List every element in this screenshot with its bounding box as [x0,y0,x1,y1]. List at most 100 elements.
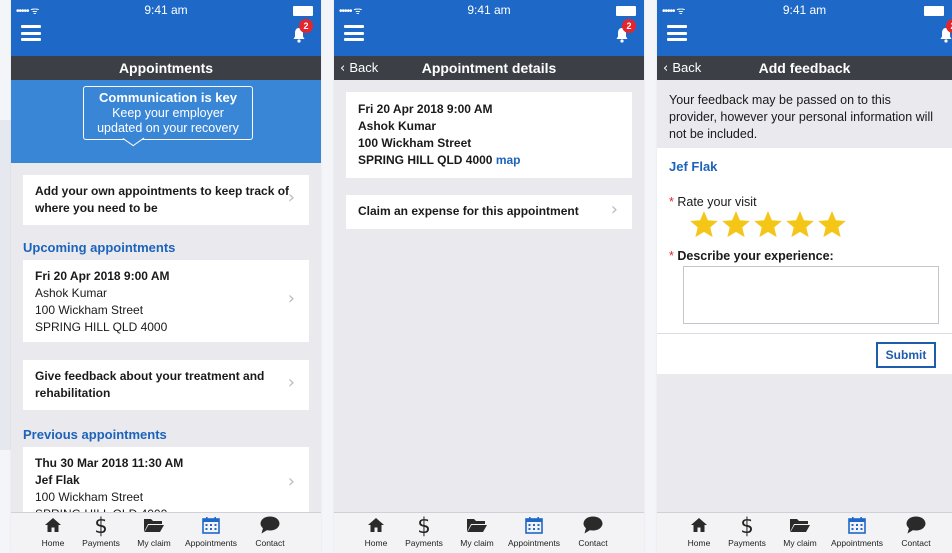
tab-my-claim[interactable]: My claim [775,513,825,548]
tab-label: Payments [728,538,766,548]
chat-bubble-icon [247,515,293,537]
calendar-icon [502,515,566,537]
notification-badge: 2 [299,19,313,33]
tab-appointments[interactable]: Appointments [179,513,243,548]
tab-label: Contact [255,538,285,548]
add-appointment-line1: Add your own appointments to keep track … [35,184,290,198]
tab-contact[interactable]: Contact [247,513,293,548]
detail-suburb: SPRING HILL QLD 4000 [358,153,493,167]
upcoming-appointment-card[interactable]: Fri 20 Apr 2018 9:00 AM Ashok Kumar 100 … [23,260,309,342]
star-icon[interactable] [817,210,847,244]
tab-label: Home [364,538,388,548]
tab-label: Payments [405,538,443,548]
provider-name: Jef Flak [669,159,718,174]
tab-label: My claim [460,538,494,548]
hamburger-menu-icon[interactable] [667,25,687,41]
chat-bubble-icon [893,515,939,537]
hamburger-menu-icon[interactable] [344,25,364,41]
claim-expense-button[interactable]: Claim an expense for this appointment › [346,195,632,229]
submit-button[interactable]: Submit [876,342,936,368]
tab-contact[interactable]: Contact [893,513,939,548]
banner-text-line2: updated on your recovery [97,121,239,135]
calendar-icon [179,515,243,537]
tab-label: Appointments [831,538,883,548]
privacy-note: Your feedback may be passed on to this p… [669,93,934,141]
upcoming-provider: Ashok Kumar [35,286,108,300]
chevron-left-icon: ‹ [340,61,350,76]
status-time: 9:41 am [144,3,188,17]
describe-label: * Describe your experience: [669,248,834,265]
tab-home[interactable]: Home [354,513,398,548]
notification-bell-icon[interactable]: 2 [938,19,952,43]
previous-heading: Previous appointments [23,427,167,442]
back-label: Back [672,60,702,75]
banner-text-line1: Keep your employer [112,106,224,120]
add-appointment-line2: where you need to be [35,201,158,215]
tab-my-claim[interactable]: My claim [129,513,179,548]
tab-label: Contact [901,538,931,548]
tab-appointments[interactable]: Appointments [502,513,566,548]
tab-my-claim[interactable]: My claim [452,513,502,548]
dollar-icon: $ [417,514,431,538]
status-time: 9:41 am [782,3,827,17]
star-icon[interactable] [689,210,719,244]
page-title-text: Appointment details [421,60,557,76]
home-icon [31,515,75,537]
tab-label: Appointments [508,538,560,548]
battery-icon [616,6,636,16]
upcoming-suburb: SPRING HILL QLD 4000 [35,320,168,334]
tab-payments[interactable]: $ Payments [400,513,448,548]
notification-bell-icon[interactable]: 2 [614,19,636,43]
rate-label-text: Rate your visit [677,195,757,209]
back-label: Back [349,60,379,75]
rate-label: * Rate your visit [669,194,757,211]
appointment-detail-card: Fri 20 Apr 2018 9:00 AM Ashok Kumar 100 … [346,92,632,178]
chevron-right-icon: › [287,288,295,309]
back-button[interactable]: ‹ Back [663,56,701,81]
tab-contact[interactable]: Contact [570,513,616,548]
status-time: 9:41 am [467,3,511,17]
form-divider [657,333,952,334]
upcoming-street: 100 Wickham Street [35,303,144,317]
page-title-text: Appointments [118,60,214,76]
star-icon[interactable] [721,210,751,244]
required-marker: * [669,195,674,209]
home-icon [354,515,398,537]
tab-payments[interactable]: $ Payments [77,513,125,548]
tab-label: Contact [578,538,608,548]
detail-datetime: Fri 20 Apr 2018 9:00 AM [358,102,493,116]
upcoming-heading: Upcoming appointments [23,240,176,255]
upcoming-datetime: Fri 20 Apr 2018 9:00 AM [35,269,170,283]
star-icon[interactable] [753,210,783,244]
notification-bell-icon[interactable]: 2 [291,19,313,43]
calendar-icon [825,515,889,537]
map-link[interactable]: map [496,153,521,167]
previous-datetime: Thu 30 Mar 2018 11:30 AM [35,456,184,470]
tab-appointments[interactable]: Appointments [825,513,889,548]
tab-home[interactable]: Home [31,513,75,548]
speech-bubble: Communication is key Keep your employer … [83,86,253,140]
star-icon[interactable] [785,210,815,244]
feedback-line1: Give feedback about your treatment and [35,369,265,383]
experience-textarea[interactable] [683,266,939,324]
dollar-icon: $ [740,514,754,538]
required-marker: * [669,249,674,263]
appointment-details-screen: ••••• ᯤ 9:41 am 2 ‹ Back Appointment det… [334,0,644,553]
add-appointment-card[interactable]: Add your own appointments to keep track … [23,175,309,225]
feedback-line2: rehabilitation [35,386,111,400]
previous-street: 100 Wickham Street [35,490,144,504]
notification-badge: 2 [622,19,636,33]
back-button[interactable]: ‹ Back [340,56,378,81]
give-feedback-card[interactable]: Give feedback about your treatment and r… [23,360,309,410]
home-icon [677,515,721,537]
chevron-right-icon: › [287,187,295,208]
page-title-text: Add feedback [758,60,851,76]
tab-label: Payments [82,538,120,548]
tab-payments[interactable]: $ Payments [723,513,771,548]
star-rating[interactable] [689,210,849,244]
top-bar: ••••• ᯤ 9:41 am 2 [657,0,952,56]
hamburger-menu-icon[interactable] [21,25,41,41]
chevron-right-icon: › [610,199,618,220]
tab-bar: Home $ Payments My claim Appointments Co… [334,512,644,553]
tab-home[interactable]: Home [677,513,721,548]
